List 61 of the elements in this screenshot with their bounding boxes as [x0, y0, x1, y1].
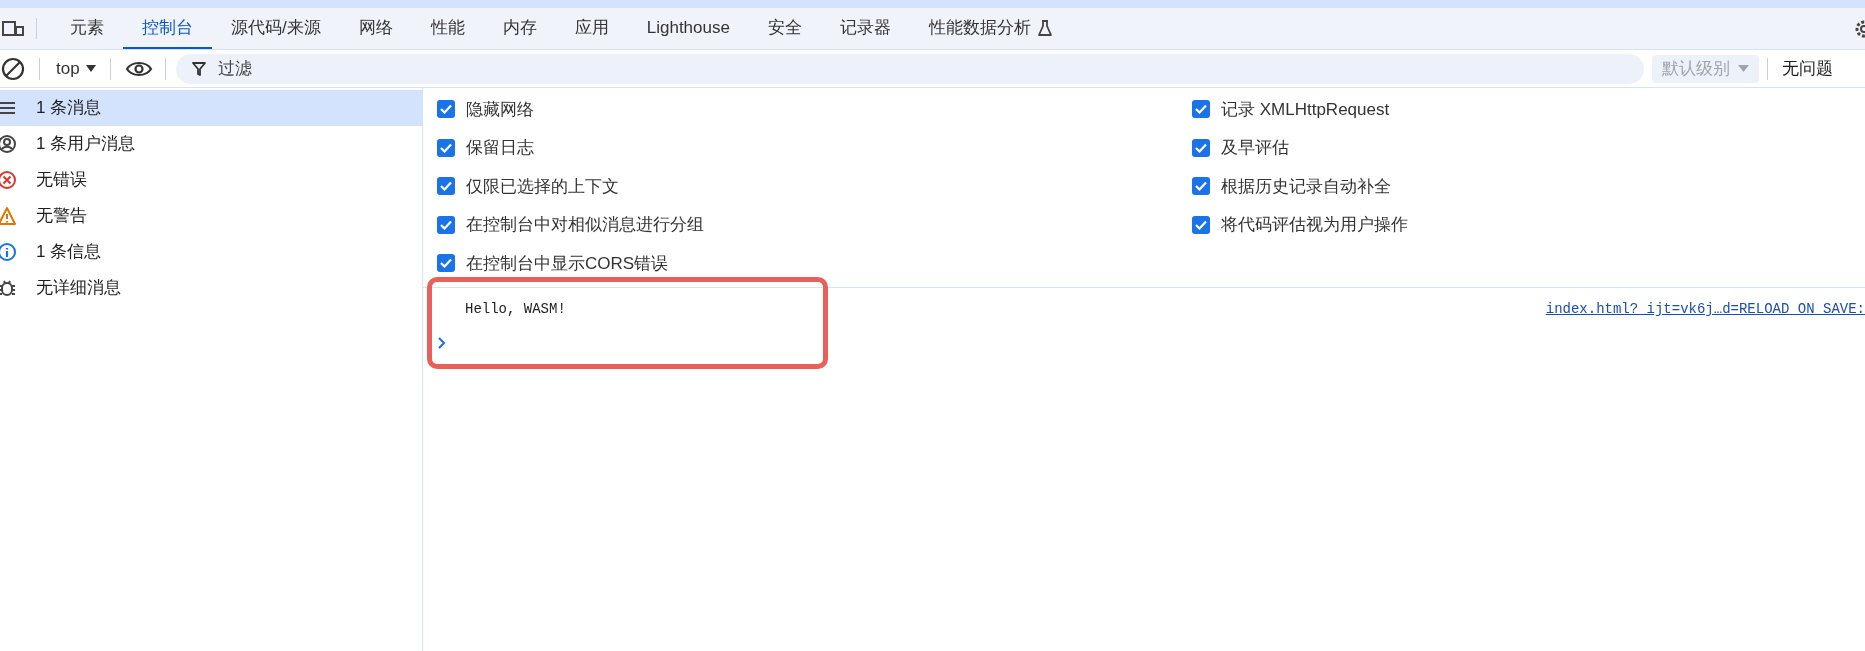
user-icon: [0, 134, 16, 154]
bug-icon: [0, 278, 16, 298]
checkbox[interactable]: [437, 138, 455, 157]
checkbox-label: 记录 XMLHttpRequest: [1221, 98, 1390, 121]
check-icon: [1195, 181, 1207, 192]
caret-icon: [85, 64, 96, 73]
tab[interactable]: 内存: [483, 8, 556, 49]
sidebar-item[interactable]: 1 条信息: [0, 234, 422, 270]
sidebar-item[interactable]: 1 条消息: [0, 90, 422, 126]
check-icon: [440, 142, 452, 153]
check-icon: [440, 219, 452, 230]
issues-counter[interactable]: 无问题: [1781, 55, 1833, 82]
tab[interactable]: 安全: [748, 8, 821, 49]
check-icon: [1195, 142, 1207, 153]
tab[interactable]: 网络: [339, 8, 412, 49]
checkbox-label: 隐藏网络: [466, 98, 534, 121]
tab[interactable]: 性能数据分析: [909, 8, 1072, 49]
info-icon: [0, 242, 16, 262]
caret-icon: [1737, 64, 1749, 73]
tab[interactable]: Lighthouse: [627, 8, 749, 49]
tab[interactable]: 元素: [51, 8, 123, 49]
tab[interactable]: 记录器: [820, 8, 910, 49]
checkbox[interactable]: [437, 177, 455, 196]
checkbox[interactable]: [1192, 177, 1210, 196]
filter-icon: [191, 60, 206, 77]
check-icon: [440, 258, 452, 269]
source-link[interactable]: index.html?_ijt=vk6j…d=RELOAD_ON_SAVE:: [1545, 299, 1865, 320]
checkbox-label: 在控制台中对相似消息进行分组: [466, 214, 704, 236]
sidebar-item[interactable]: 无详细消息: [0, 270, 422, 306]
check-icon: [440, 104, 452, 115]
eye-icon[interactable]: [124, 59, 153, 78]
clear-console-icon[interactable]: [1, 56, 25, 81]
sidebar-item[interactable]: 1 条用户消息: [0, 126, 422, 162]
checkbox-label: 根据历史记录自动补全: [1221, 175, 1391, 198]
checkbox-label: 在控制台中显示CORS错误: [466, 252, 669, 275]
sidebar-item[interactable]: 无警告: [0, 198, 422, 234]
checkbox[interactable]: [437, 254, 455, 273]
checkbox-label: 仅限已选择的上下文: [466, 175, 619, 198]
checkbox[interactable]: [1192, 100, 1210, 119]
checkbox-label: 保留日志: [466, 137, 534, 159]
checkbox-label: 将代码评估视为用户操作: [1221, 214, 1408, 236]
check-icon: [1195, 219, 1207, 230]
tab[interactable]: 源代码/来源: [212, 8, 340, 49]
tab[interactable]: 性能: [411, 8, 484, 49]
check-icon: [1195, 104, 1207, 115]
checkbox[interactable]: [437, 100, 455, 119]
checkbox-label: 及早评估: [1221, 137, 1289, 159]
sidebar-item[interactable]: 无错误: [0, 162, 422, 198]
check-icon: [440, 181, 452, 192]
prompt-chevron-icon: [438, 336, 446, 349]
error-icon: [0, 170, 16, 190]
console-message: Hello, WASM!: [465, 300, 566, 319]
checkbox[interactable]: [437, 215, 455, 234]
device-toolbar-icon[interactable]: [2, 19, 24, 38]
checkbox[interactable]: [1192, 138, 1210, 157]
checkbox[interactable]: [1192, 215, 1210, 234]
tab[interactable]: 应用: [555, 8, 628, 49]
warning-icon: [0, 206, 16, 226]
flask-icon: [1036, 18, 1053, 37]
context-dropdown[interactable]: top: [56, 55, 96, 82]
filter-field[interactable]: 过滤: [175, 53, 1644, 84]
